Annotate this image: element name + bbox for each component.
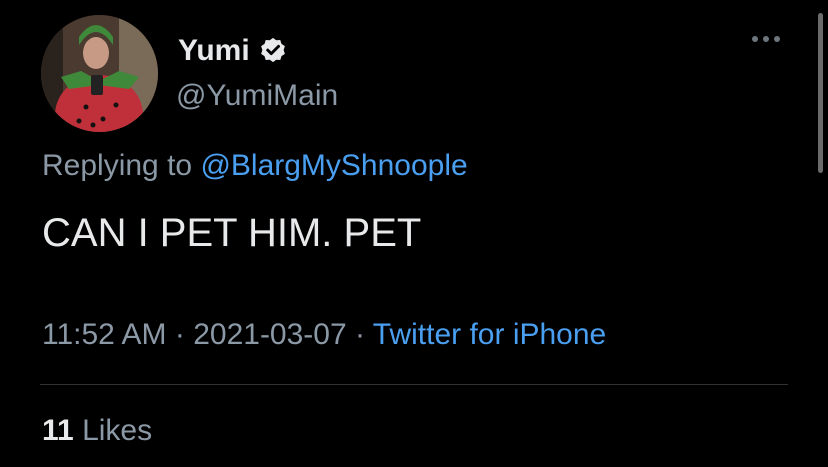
display-name[interactable]: Yumi: [178, 33, 250, 69]
replying-to-line: Replying to @BlargMyShnoople: [42, 147, 468, 185]
author-name-row: Yumi: [178, 33, 288, 69]
tweet-text: CAN I PET HIM. PET: [42, 211, 422, 255]
meta-separator: ·: [166, 318, 194, 351]
tweet-source-link[interactable]: Twitter for iPhone: [373, 318, 606, 351]
reply-mention-link[interactable]: @BlargMyShnoople: [200, 149, 467, 182]
tweet-date[interactable]: 2021-03-07: [193, 318, 346, 351]
replying-to-label: Replying to: [42, 149, 193, 182]
more-dot: [752, 36, 758, 42]
more-dot: [774, 36, 780, 42]
verified-badge-icon: [258, 36, 288, 66]
tweet-time[interactable]: 11:52 AM: [42, 318, 167, 351]
more-dot: [763, 36, 769, 42]
likes-count: 11: [42, 414, 74, 447]
avatar[interactable]: [41, 15, 158, 132]
divider: [40, 384, 788, 385]
meta-separator: ·: [346, 318, 373, 351]
likes-label: Likes: [82, 414, 153, 447]
likes-stat[interactable]: 11 Likes: [42, 412, 152, 450]
scrollbar[interactable]: [818, 13, 823, 173]
tweet-meta: 11:52 AM · 2021-03-07 · Twitter for iPho…: [42, 316, 606, 354]
user-handle[interactable]: @YumiMain: [176, 78, 338, 114]
more-options-icon[interactable]: [752, 36, 780, 42]
